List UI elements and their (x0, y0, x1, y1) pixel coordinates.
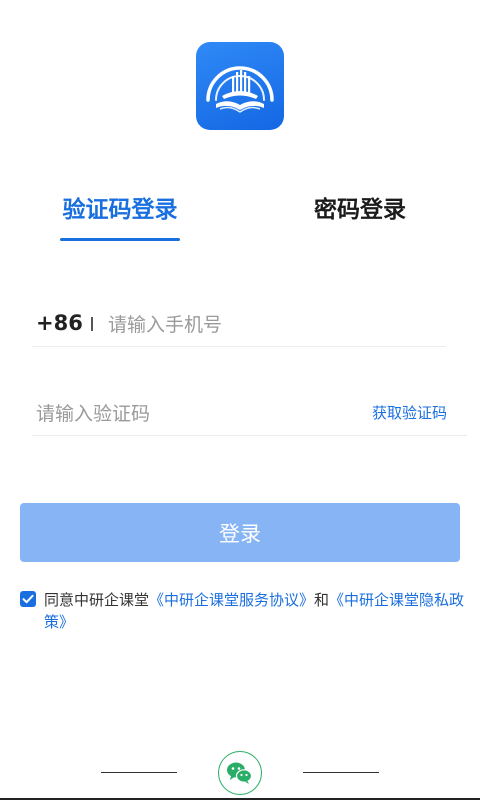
phone-field-row: +86 (32, 305, 446, 347)
wechat-login-button[interactable] (218, 751, 262, 795)
checkbox-checked-icon[interactable] (20, 591, 36, 607)
verification-code-input[interactable] (36, 396, 336, 432)
field-divider (91, 317, 93, 331)
agreement-row: 同意中研企课堂《中研企课堂服务协议》和《中研企课堂隐私政策》 (20, 589, 465, 633)
divider-line-left (101, 772, 177, 773)
tab-sms-login[interactable]: 验证码登录 (60, 190, 180, 230)
service-agreement-link[interactable]: 《中研企课堂服务协议》 (149, 591, 314, 609)
wechat-icon (227, 762, 253, 784)
active-tab-indicator (60, 238, 180, 241)
tab-password-login[interactable]: 密码登录 (300, 190, 420, 230)
agreement-prefix: 同意中研企课堂 (44, 591, 150, 609)
agreement-conjunction: 和 (314, 591, 330, 609)
phone-input[interactable] (108, 307, 438, 343)
agreement-text: 同意中研企课堂《中研企课堂服务协议》和《中研企课堂隐私政策》 (44, 589, 465, 633)
divider-line-right (303, 772, 379, 773)
login-screen: 验证码登录 密码登录 +86 获取验证码 登录 同意中研企课堂《中研企课堂服务协… (0, 0, 480, 800)
code-field-row: 获取验证码 (32, 394, 467, 436)
country-code[interactable]: +86 (36, 311, 83, 335)
app-logo-icon (196, 42, 284, 130)
get-code-button[interactable]: 获取验证码 (372, 402, 447, 423)
login-button[interactable]: 登录 (20, 503, 460, 562)
